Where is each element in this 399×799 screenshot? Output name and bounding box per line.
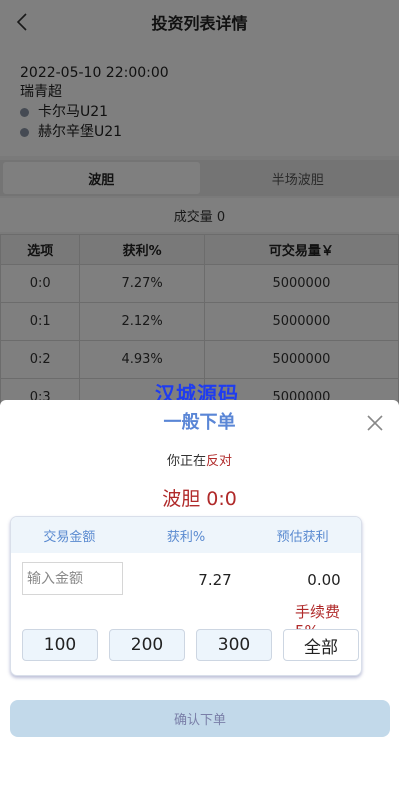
quick-amount-buttons: 100 200 300 全部 <box>22 629 361 661</box>
profit-pct-value: 7.27 <box>198 571 232 589</box>
quick-amount-200-button[interactable]: 200 <box>109 629 185 661</box>
header-profit-pct: 获利% <box>166 529 206 545</box>
quick-amount-300-button[interactable]: 300 <box>196 629 272 661</box>
header-trade-amount: 交易金额 <box>43 529 96 545</box>
confirm-order-button[interactable]: 确认下单 <box>10 700 390 737</box>
sheet-title: 一般下单 <box>163 412 236 433</box>
order-card-header: 交易金额 获利% 预估获利 <box>11 517 361 553</box>
quick-amount-100-button[interactable]: 100 <box>22 629 98 661</box>
header-estimated-profit: 预估获利 <box>276 529 329 545</box>
status-direction: 反对 <box>206 454 233 469</box>
bet-direction-line: 你正在反对 <box>0 450 399 469</box>
status-prefix: 你正在 <box>166 454 206 469</box>
order-sheet: 一般下单 你正在反对 波胆 0:0 交易金额 获利% 预估获利 7.27 0.0… <box>0 400 399 799</box>
order-card: 交易金额 获利% 预估获利 7.27 0.00 手续费5% 100 200 30… <box>10 516 362 676</box>
selected-option: 波胆 0:0 <box>162 488 237 510</box>
close-icon[interactable] <box>364 412 386 434</box>
all-amount-button[interactable]: 全部 <box>283 629 359 661</box>
estimated-profit-value: 0.00 <box>307 571 341 589</box>
amount-input[interactable] <box>22 562 123 595</box>
